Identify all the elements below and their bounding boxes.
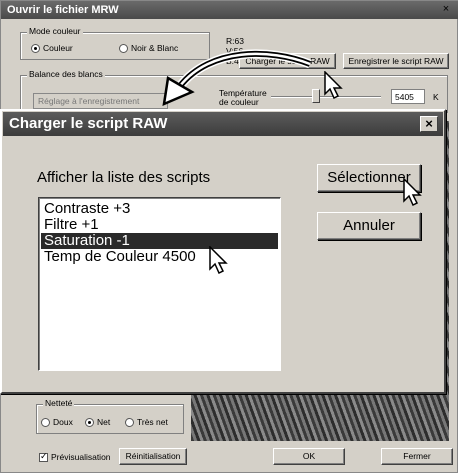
mouse-pointer-icon bbox=[324, 71, 343, 100]
script-list-label: Afficher la liste des scripts bbox=[37, 169, 211, 186]
rgb-readout-r: R:63 bbox=[226, 36, 244, 46]
save-raw-script-button[interactable]: Enregistrer le script RAW bbox=[343, 53, 449, 69]
dialog-title: Charger le script RAW bbox=[9, 115, 168, 132]
window-close-icon[interactable]: × bbox=[439, 3, 453, 16]
color-temp-input[interactable]: 5405 bbox=[391, 89, 425, 104]
radio-very-sharp[interactable]: Très net bbox=[125, 417, 168, 428]
color-temp-unit: K bbox=[433, 92, 439, 102]
radio-color-button[interactable] bbox=[31, 44, 40, 54]
preview-checkbox-box[interactable] bbox=[39, 451, 48, 463]
sharpness-legend: Netteté bbox=[43, 398, 75, 408]
curved-arrow-icon bbox=[162, 49, 312, 107]
dialog-close-icon[interactable]: × bbox=[420, 116, 438, 132]
radio-sharp-label: Net bbox=[97, 417, 111, 427]
white-balance-legend: Balance des blancs bbox=[27, 69, 105, 79]
window-titlebar: Ouvrir le fichier MRW bbox=[1, 1, 458, 19]
color-mode-legend: Mode couleur bbox=[27, 26, 83, 36]
script-listbox[interactable]: Contraste +3 Filtre +1 Saturation -1 Tem… bbox=[38, 197, 281, 371]
white-balance-preset-select[interactable]: Réglage à l'enregistrement bbox=[33, 93, 168, 109]
sharpness-group: Netteté Doux Net Très net bbox=[36, 398, 184, 434]
radio-soft[interactable]: Doux bbox=[41, 417, 73, 428]
dialog-titlebar: Charger le script RAW bbox=[3, 112, 443, 136]
radio-color[interactable]: Couleur bbox=[31, 43, 73, 54]
ok-button[interactable]: OK bbox=[273, 448, 345, 465]
close-button[interactable]: Fermer bbox=[381, 448, 453, 465]
radio-very-sharp-label: Très net bbox=[137, 417, 168, 427]
reset-button[interactable]: Réinitialisation bbox=[119, 448, 187, 465]
radio-bw-button[interactable] bbox=[119, 44, 128, 54]
radio-sharp[interactable]: Net bbox=[85, 417, 111, 428]
radio-soft-label: Doux bbox=[53, 417, 73, 427]
window-title: Ouvrir le fichier MRW bbox=[7, 4, 119, 16]
cancel-button[interactable]: Annuler bbox=[317, 212, 421, 240]
preview-checkbox[interactable]: Prévisualisation bbox=[39, 451, 111, 463]
script-item-temp-couleur[interactable]: Temp de Couleur 4500 bbox=[41, 249, 278, 265]
mouse-pointer-icon bbox=[209, 246, 228, 275]
radio-color-label: Couleur bbox=[43, 43, 73, 53]
script-item-contraste[interactable]: Contraste +3 bbox=[41, 201, 278, 217]
radio-sharp-button[interactable] bbox=[85, 418, 94, 428]
script-item-filtre[interactable]: Filtre +1 bbox=[41, 217, 278, 233]
radio-very-sharp-button[interactable] bbox=[125, 418, 134, 428]
mouse-pointer-icon bbox=[403, 178, 422, 207]
script-item-saturation[interactable]: Saturation -1 bbox=[41, 233, 278, 249]
preview-checkbox-label: Prévisualisation bbox=[51, 452, 111, 462]
radio-soft-button[interactable] bbox=[41, 418, 50, 428]
